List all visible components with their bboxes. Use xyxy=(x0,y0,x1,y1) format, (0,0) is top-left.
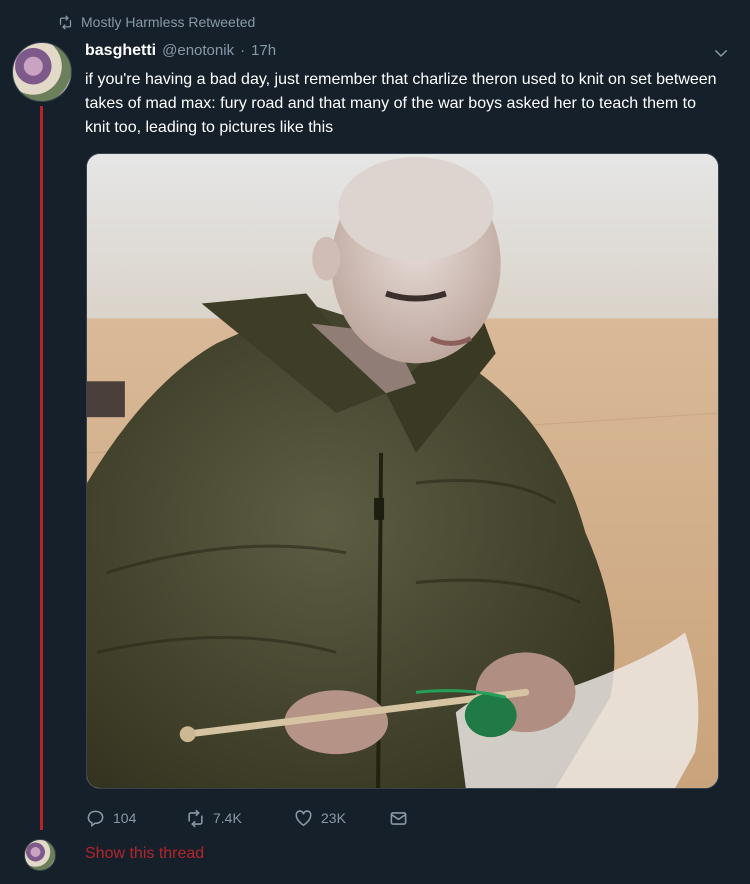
like-count: 23K xyxy=(321,810,346,826)
show-thread-link[interactable]: Show this thread xyxy=(85,845,204,863)
chevron-down-icon[interactable] xyxy=(712,44,730,62)
reply-button[interactable]: 104 xyxy=(86,809,186,828)
retweet-label: Mostly Harmless Retweeted xyxy=(81,14,256,30)
retweet-context[interactable]: Mostly Harmless Retweeted xyxy=(58,14,255,30)
thread-avatar[interactable] xyxy=(24,839,56,871)
retweet-icon xyxy=(59,15,72,29)
timestamp[interactable]: 17h xyxy=(251,42,276,59)
display-name[interactable]: basghetti xyxy=(85,42,156,60)
reply-icon xyxy=(87,810,104,827)
retweet-button[interactable]: 7.4K xyxy=(186,809,294,828)
tweet-card: Mostly Harmless Retweeted basghetti @eno… xyxy=(0,0,750,884)
tweet-photo[interactable] xyxy=(86,153,719,789)
separator-dot: · xyxy=(240,42,246,59)
mail-icon xyxy=(390,811,407,825)
user-handle[interactable]: @enotonik xyxy=(162,42,234,59)
direct-message-button[interactable] xyxy=(389,809,408,828)
thread-line xyxy=(40,106,43,830)
photo xyxy=(87,154,718,788)
tweet-actions: 104 7.4K 23K xyxy=(86,806,408,830)
tweet-header: basghetti @enotonik · 17h xyxy=(85,42,730,64)
reply-count: 104 xyxy=(113,810,137,826)
heart-icon xyxy=(295,809,312,826)
retweet-count: 7.4K xyxy=(213,810,242,826)
retweet-icon xyxy=(188,809,203,827)
like-button[interactable]: 23K xyxy=(294,809,389,828)
tweet-text: if you're having a bad day, just remembe… xyxy=(85,71,717,136)
avatar[interactable] xyxy=(12,42,72,102)
